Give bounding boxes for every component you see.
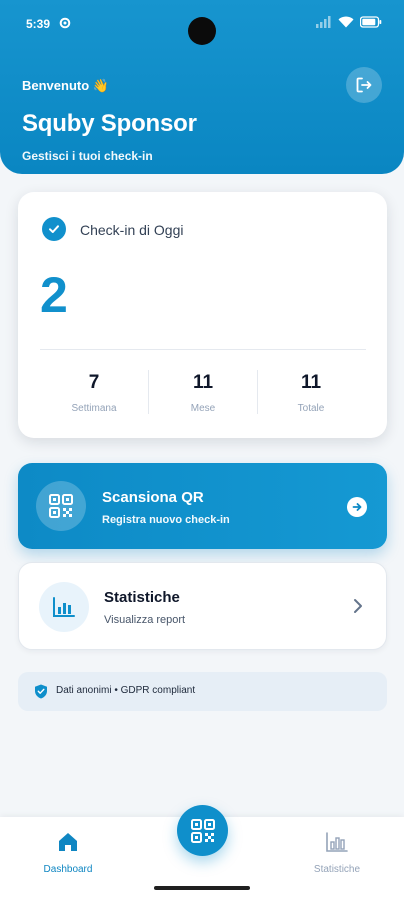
home-indicator (154, 886, 250, 890)
status-bar: 5:39 (0, 0, 404, 48)
stat-week-value: 7 (88, 372, 100, 393)
arrow-right-icon (347, 497, 367, 517)
nav-dashboard[interactable]: Dashboard (18, 817, 118, 875)
today-checkins-label: Check-in di Oggi (80, 222, 184, 238)
stat-month-label: Mese (190, 403, 216, 414)
page-title: Squby Sponsor (22, 110, 197, 137)
settings-status-icon (59, 17, 71, 29)
scan-qr-button[interactable]: Scansiona QR Registra nuovo check-in (18, 463, 387, 549)
gdpr-text: Dati anonimi • GDPR compliant (56, 685, 196, 696)
shield-check-icon (35, 684, 47, 699)
today-checkins-card: Check-in di Oggi 2 7 Settimana 11 Mese 1… (18, 192, 387, 438)
qr-code-icon (36, 481, 86, 531)
stat-month: 11 Mese (149, 372, 257, 414)
welcome-text: Benvenuto 👋 (22, 78, 109, 93)
divider (40, 349, 366, 350)
stat-month-value: 11 (192, 372, 214, 393)
stat-week: 7 Settimana (40, 372, 148, 414)
scan-qr-subtitle: Registra nuovo check-in (102, 514, 230, 526)
stat-total-value: 11 (300, 372, 322, 393)
signal-icon (316, 16, 331, 28)
scan-qr-title: Scansiona QR (102, 489, 204, 506)
statistics-button[interactable]: Statistiche Visualizza report (18, 562, 387, 650)
today-checkins-value: 2 (40, 267, 68, 323)
statistics-subtitle: Visualizza report (104, 614, 186, 626)
header: 5:39 Benvenuto 👋 Squby Sponsor Gestisci … (0, 0, 404, 174)
stat-total: 11 Totale (257, 372, 365, 414)
logout-icon (356, 77, 372, 93)
nav-statistics-label: Statistiche (313, 864, 361, 875)
statistics-title: Statistiche (104, 589, 180, 606)
gdpr-notice: Dati anonimi • GDPR compliant (18, 672, 387, 711)
battery-icon (360, 16, 382, 28)
page-subtitle: Gestisci i tuoi check-in (22, 149, 153, 163)
status-indicators (316, 16, 382, 28)
wifi-icon (338, 16, 354, 28)
chevron-right-icon (354, 599, 362, 613)
bar-chart-icon (326, 832, 348, 852)
check-circle-icon (42, 217, 66, 241)
nav-statistics[interactable]: Statistiche (287, 817, 387, 875)
logout-button[interactable] (346, 67, 382, 103)
camera-cutout (188, 17, 216, 45)
nav-dashboard-label: Dashboard (43, 864, 93, 875)
status-time: 5:39 (26, 17, 51, 31)
bar-chart-icon (39, 582, 89, 632)
home-icon (59, 833, 77, 851)
app-screen: 5:39 Benvenuto 👋 Squby Sponsor Gestisci … (0, 0, 404, 900)
scan-qr-fab[interactable] (177, 805, 228, 856)
stat-week-label: Settimana (71, 403, 117, 414)
stat-total-label: Totale (297, 403, 325, 414)
qr-code-icon (190, 818, 215, 843)
